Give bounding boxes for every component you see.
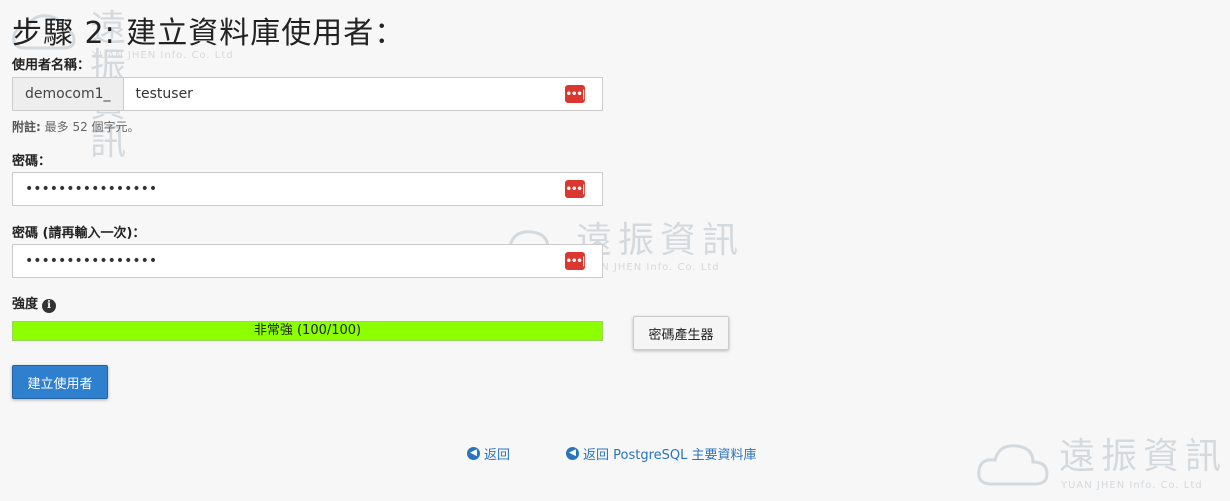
note-bold: 附註: (12, 120, 41, 134)
page-title: 步驟 2: 建立資料庫使用者： (12, 16, 406, 51)
username-field[interactable]: democom1_ testuser •••| (12, 77, 603, 111)
username-label: 使用者名稱： (12, 58, 91, 73)
back-link[interactable]: ◀ 返回 (467, 444, 510, 463)
password-field[interactable]: •••••••••••••••• •••| (12, 172, 603, 206)
create-user-button[interactable]: 建立使用者 (12, 365, 108, 399)
info-icon[interactable]: i (42, 299, 57, 313)
cloud-logo-icon (977, 444, 1049, 486)
back-arrow-icon: ◀ (566, 447, 579, 460)
password-confirm-input[interactable]: •••••••••••••••• (13, 253, 602, 269)
password-input[interactable]: •••••••••••••••• (13, 181, 602, 197)
keepass-icon[interactable]: •••| (565, 180, 585, 198)
username-input[interactable]: testuser (124, 86, 602, 102)
username-prefix: democom1_ (13, 78, 124, 110)
note-text: 最多 52 個字元。 (44, 120, 140, 134)
watermark-bottom: 遠振資訊 YUAN JHEN Info. Co. Ltd (975, 436, 1230, 498)
back-arrow-icon: ◀ (467, 447, 480, 460)
watermark-en: YUAN JHEN Info. Co. Ltd (1061, 480, 1203, 491)
strength-label-row: 強度 i (12, 293, 57, 313)
password-generator-button[interactable]: 密碼產生器 (633, 316, 729, 350)
back-postgres-link[interactable]: ◀ 返回 PostgreSQL 主要資料庫 (566, 444, 757, 463)
keepass-icon[interactable]: •••| (565, 85, 585, 103)
password-strength-bar: 非常強 (100/100) (12, 321, 603, 341)
password-confirm-label: 密碼 (請再輸入一次)： (12, 226, 146, 241)
back-postgres-link-label[interactable]: 返回 PostgreSQL 主要資料庫 (583, 444, 757, 463)
password-confirm-field[interactable]: •••••••••••••••• •••| (12, 244, 603, 278)
keepass-icon[interactable]: •••| (565, 252, 585, 270)
username-note: 附註: 最多 52 個字元。 (12, 118, 140, 135)
strength-label: 強度 (12, 297, 39, 312)
back-link-label[interactable]: 返回 (484, 444, 510, 463)
password-label: 密碼： (12, 154, 52, 169)
watermark-cn: 遠振資訊 (1059, 436, 1228, 477)
